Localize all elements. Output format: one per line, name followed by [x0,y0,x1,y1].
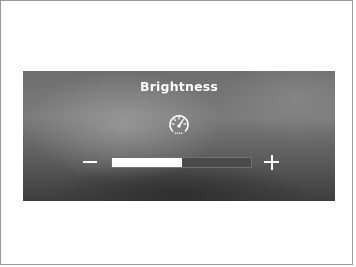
increase-brightness-button[interactable] [262,153,282,171]
dial-icon [166,111,192,137]
brightness-title: Brightness [139,79,219,94]
decrease-brightness-button[interactable] [81,153,101,171]
screenshot-frame: Brightness [0,0,353,265]
brightness-display: Brightness [23,71,335,201]
brightness-level-fill [112,158,182,167]
brightness-slider[interactable] [111,157,252,168]
